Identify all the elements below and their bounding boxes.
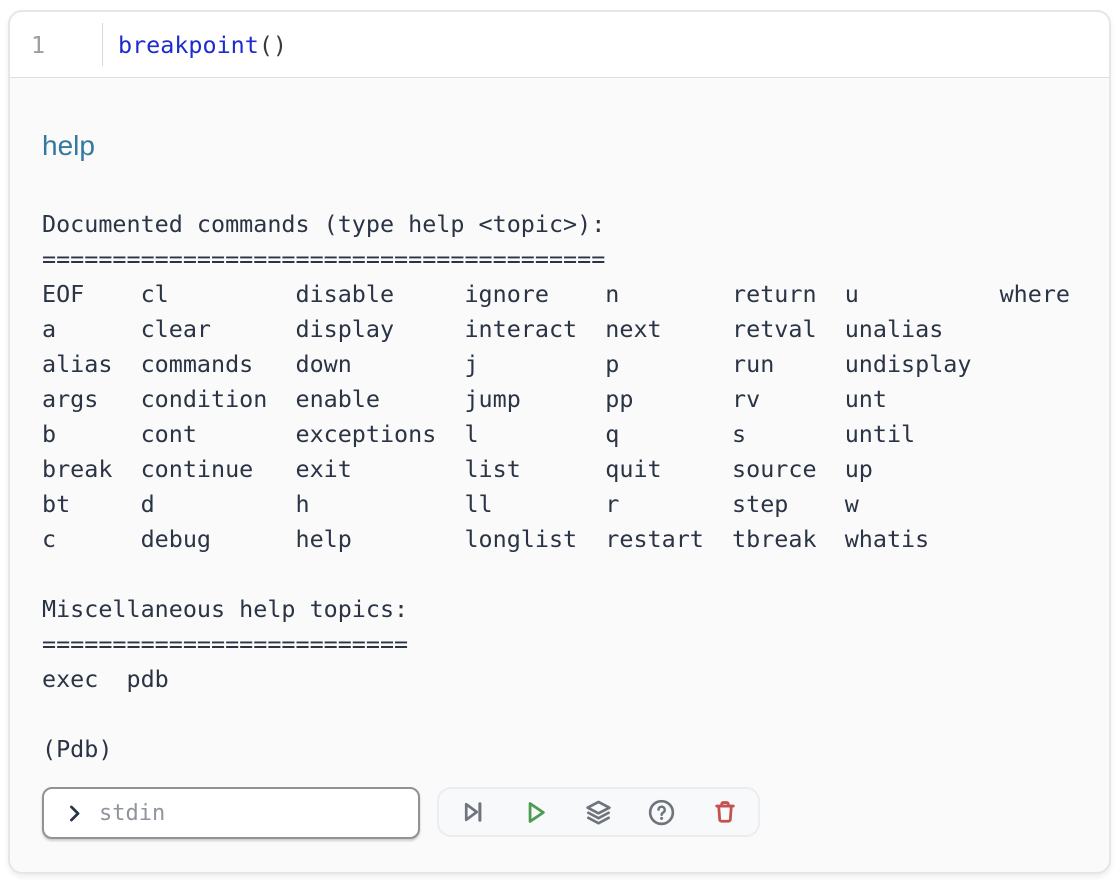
- prompt-chevron-icon: [64, 803, 85, 824]
- terminal-controls: [42, 787, 1079, 839]
- echoed-command: help: [42, 126, 1079, 172]
- stack-button[interactable]: [567, 790, 630, 834]
- terminal: help Documented commands (type help <top…: [10, 78, 1109, 839]
- execution-panel: 1 breakpoint() help Documented commands …: [8, 10, 1111, 874]
- layers-icon: [584, 798, 613, 827]
- code-line[interactable]: breakpoint(): [103, 31, 287, 59]
- code-token-function: breakpoint: [118, 31, 259, 59]
- clear-button[interactable]: [693, 790, 756, 834]
- help-button[interactable]: [630, 790, 693, 834]
- editor-gutter: 1: [10, 12, 103, 77]
- run-button[interactable]: [504, 790, 567, 834]
- play-icon: [521, 798, 550, 827]
- stdin-input[interactable]: [97, 800, 406, 827]
- stdin-input-container: [42, 787, 420, 839]
- trash-icon: [711, 798, 739, 826]
- code-token-punctuation: (): [259, 31, 287, 59]
- skip-forward-button[interactable]: [441, 790, 504, 834]
- terminal-output-text: Documented commands (type help <topic>):…: [42, 172, 1079, 767]
- question-circle-icon: [647, 798, 676, 827]
- skip-forward-icon: [459, 798, 487, 826]
- code-editor[interactable]: 1 breakpoint(): [10, 12, 1109, 78]
- editor-buttons: [437, 787, 760, 837]
- line-number: 1: [10, 31, 45, 59]
